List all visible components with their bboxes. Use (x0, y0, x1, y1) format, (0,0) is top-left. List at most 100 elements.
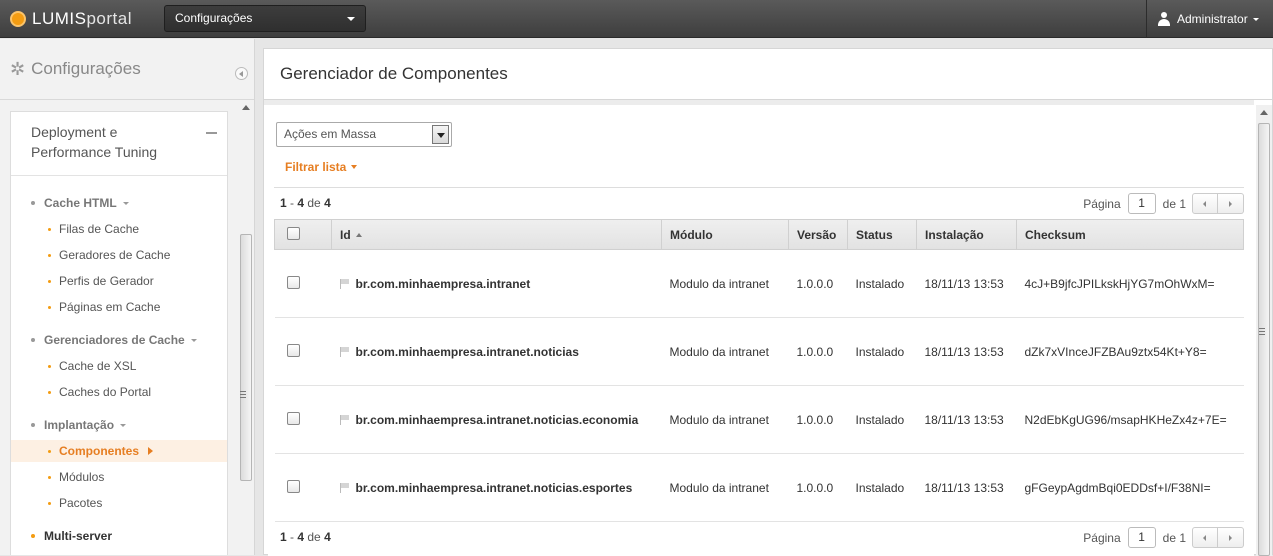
filter-list-button[interactable]: Filtrar lista (285, 160, 358, 174)
column-label: Checksum (1025, 227, 1086, 242)
nav-section-gerenciadores-de-cache[interactable]: Gerenciadores de Cache (31, 333, 197, 347)
components-table: Id Módulo Versão Status Instalação Check… (274, 219, 1244, 522)
column-label: Instalação (925, 227, 984, 242)
component-id-link[interactable]: br.com.minhaempresa.intranet.noticias.es… (356, 481, 633, 495)
sidebar-item-modulos[interactable]: Módulos (48, 470, 104, 484)
row-checkbox[interactable] (286, 411, 300, 425)
sidebar-item-label: Cache de XSL (59, 359, 137, 373)
flag-icon (339, 414, 351, 425)
versao-cell: 1.0.0.0 (796, 412, 834, 427)
bullet-icon (31, 201, 35, 205)
context-select[interactable]: Configurações (164, 5, 366, 32)
component-id-link[interactable]: br.com.minhaempresa.intranet.noticias.ec… (356, 413, 639, 427)
sidebar-item-label: Perfis de Gerador (59, 274, 154, 288)
collapse-sidebar-button[interactable] (235, 67, 248, 80)
column-header-versao[interactable]: Versão (788, 219, 848, 250)
next-page-button[interactable] (1218, 193, 1244, 214)
select-all-checkbox[interactable] (287, 226, 300, 240)
lumisportal-logo[interactable]: LUMIS portal (10, 8, 132, 30)
nav-section-label: Multi-server (44, 529, 113, 543)
sidebar-item-componentes[interactable]: Componentes (48, 444, 154, 458)
pager-label: Página (1083, 196, 1121, 211)
user-menu[interactable]: Administrator (1146, 0, 1273, 38)
row-select-cell (275, 318, 332, 386)
chevron-down-icon (190, 338, 197, 342)
nav-section-implantacao[interactable]: Implantação (31, 418, 127, 432)
row-checkbox[interactable] (286, 275, 300, 289)
bullet-icon (48, 475, 51, 479)
bullet-icon (31, 338, 35, 342)
row-checkbox[interactable] (286, 479, 300, 493)
result-count-top: 1 - 4 de 4 (280, 196, 331, 210)
column-header-instalacao[interactable]: Instalação (916, 219, 1017, 250)
bullet-icon (48, 390, 51, 394)
sidebar-item-geradores-de-cache[interactable]: Geradores de Cache (48, 248, 170, 262)
main-scrollbar[interactable] (1256, 105, 1272, 556)
sidebar-scrollbar[interactable] (238, 101, 254, 555)
sidebar: ✲ Configurações Deployment e Performance… (0, 39, 255, 555)
previous-page-button[interactable] (1192, 193, 1218, 214)
sidebar-item-label: Módulos (59, 470, 105, 484)
collapse-panel-icon[interactable] (206, 132, 217, 134)
table-header-row: Id Módulo Versão Status Instalação Check… (274, 219, 1244, 250)
column-header-id[interactable]: Id (331, 219, 662, 250)
chevron-right-icon (148, 447, 154, 455)
bulk-actions-select[interactable]: Ações em Massa (276, 122, 452, 147)
table-row[interactable]: br.com.minhaempresa.intranet.noticias.es… (274, 454, 1244, 522)
instalacao-cell: 18/11/13 13:53 (924, 344, 1004, 359)
checksum-cell: dZk7xVInceJFZBAu9ztx54Kt+Y8= (1024, 344, 1207, 359)
previous-page-button[interactable] (1192, 527, 1218, 548)
bullet-icon (48, 364, 51, 368)
top-bar: LUMIS portal Configurações Administrator (0, 0, 1273, 38)
table-row[interactable]: br.com.minhaempresa.intranet.noticias.ec… (274, 386, 1244, 454)
flag-icon (339, 346, 351, 357)
sidebar-item-filas-de-cache[interactable]: Filas de Cache (48, 222, 139, 236)
nav-section-multi-server[interactable]: Multi-server (31, 529, 112, 543)
component-id-link[interactable]: br.com.minhaempresa.intranet.noticias (356, 345, 579, 359)
count-total: 4 (324, 196, 331, 210)
row-checkbox[interactable] (286, 343, 300, 357)
panel-header[interactable]: Deployment e Performance Tuning (11, 112, 227, 176)
instalacao-cell: 18/11/13 13:53 (924, 412, 1004, 427)
component-id-link[interactable]: br.com.minhaempresa.intranet (356, 277, 531, 291)
user-icon (1157, 12, 1171, 26)
column-header-status[interactable]: Status (847, 219, 917, 250)
column-header-checksum[interactable]: Checksum (1016, 219, 1244, 250)
sidebar-item-caches-do-portal[interactable]: Caches do Portal (48, 385, 151, 399)
next-page-button[interactable] (1218, 527, 1244, 548)
chevron-down-icon[interactable] (432, 125, 449, 144)
status-cell: Instalado (855, 412, 905, 427)
nav-section-label: Implantação (44, 418, 115, 432)
row-select-cell (275, 250, 332, 318)
table-row[interactable]: br.com.minhaempresa.intranet Modulo da i… (274, 250, 1244, 318)
nav-section-label: Gerenciadores de Cache (44, 333, 185, 347)
modulo-cell: Modulo da intranet (669, 412, 769, 427)
scrollbar-thumb[interactable] (240, 234, 252, 481)
scroll-up-icon[interactable] (242, 105, 250, 110)
status-cell: Instalado (855, 480, 905, 495)
sidebar-item-paginas-em-cache[interactable]: Páginas em Cache (48, 300, 160, 314)
count-from: 1 (280, 196, 287, 210)
scroll-up-icon[interactable] (1260, 110, 1268, 115)
sidebar-item-pacotes[interactable]: Pacotes (48, 496, 102, 510)
versao-cell: 1.0.0.0 (796, 344, 834, 359)
sidebar-item-cache-de-xsl[interactable]: Cache de XSL (48, 359, 136, 373)
gear-icon: ✲ (10, 58, 26, 79)
main-panel: Gerenciador de Componentes Ações em Mass… (263, 48, 1273, 556)
page-number-input[interactable]: 1 (1127, 527, 1156, 548)
bullet-icon (48, 253, 51, 257)
column-header-modulo[interactable]: Módulo (661, 219, 789, 250)
grip-icon (240, 391, 246, 398)
page-number-input[interactable]: 1 (1127, 193, 1156, 214)
nav-section-cache-html[interactable]: Cache HTML (31, 196, 129, 210)
checksum-cell: gFGeypAgdmBqi0EDDsf+I/F38NI= (1024, 480, 1211, 495)
instalacao-cell: 18/11/13 13:53 (924, 276, 1004, 291)
table-row[interactable]: br.com.minhaempresa.intranet.noticias Mo… (274, 318, 1244, 386)
versao-cell: 1.0.0.0 (796, 480, 834, 495)
column-label: Status (856, 227, 893, 242)
sidebar-item-perfis-de-gerador[interactable]: Perfis de Gerador (48, 274, 154, 288)
scrollbar-thumb[interactable] (1258, 123, 1270, 556)
pagination-bottom: Página 1 de 1 (1083, 527, 1244, 548)
lumis-logo-icon (10, 11, 26, 27)
result-count-bottom: 1 - 4 de 4 (280, 530, 331, 544)
